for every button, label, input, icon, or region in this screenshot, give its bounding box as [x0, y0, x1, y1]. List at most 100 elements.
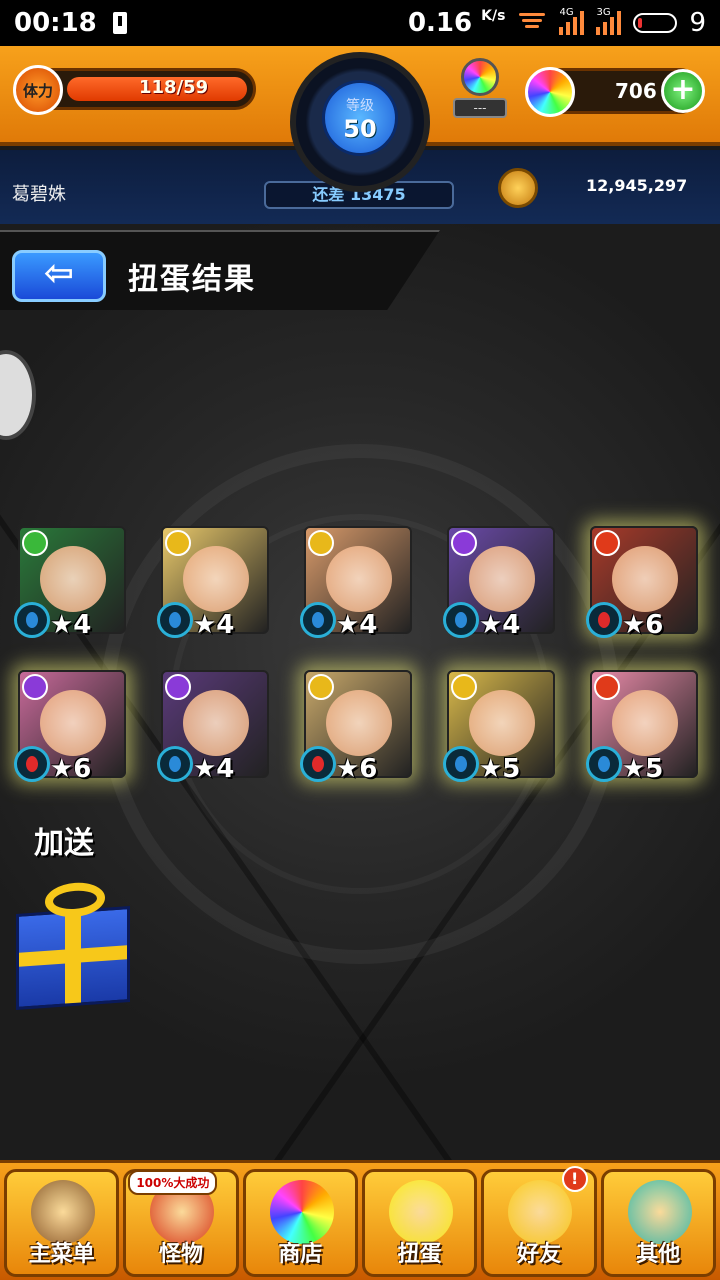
monster-portrait	[40, 546, 106, 612]
battery-level: 9	[689, 8, 706, 38]
rarity-stars: ★4	[479, 610, 521, 640]
monster-card[interactable]: ★5	[443, 670, 555, 784]
dark-element-icon	[22, 674, 48, 700]
monster-card[interactable]: ★6	[586, 526, 698, 640]
nav-label: 怪物	[158, 1242, 203, 1267]
rarity-stars: ★4	[336, 610, 378, 640]
nav-castle-gate[interactable]: 主菜单	[4, 1169, 120, 1277]
monster-portrait	[183, 546, 249, 612]
nav-rainbow-orb[interactable]: 商店	[242, 1169, 358, 1277]
friends-icon	[508, 1180, 573, 1244]
stamina-icon: 体力	[13, 65, 63, 115]
title-bar: ⇦ 扭蛋结果	[0, 230, 440, 310]
nav-egg-gacha[interactable]: 扭蛋	[361, 1169, 478, 1277]
water-type-icon	[300, 602, 336, 638]
dark-element-icon	[451, 530, 477, 556]
gacha-slot: ---	[453, 98, 507, 118]
nav-label: 主菜单	[28, 1242, 95, 1267]
level-value: 50	[343, 115, 377, 143]
level-orb: 等级 50	[322, 80, 398, 156]
gold-amount: 12,945,297	[586, 176, 688, 195]
signal-3g-icon: 3G	[596, 7, 622, 35]
orb-count: 706	[615, 79, 657, 103]
light-element-icon	[308, 530, 334, 556]
light-element-icon	[451, 674, 477, 700]
rarity-stars: ★6	[622, 610, 664, 640]
monster-card[interactable]: ★4	[157, 526, 269, 640]
nav-label: 其他	[636, 1242, 681, 1267]
nav-label: 好友	[516, 1242, 561, 1267]
level-badge: 等级 50	[290, 52, 430, 192]
monster-portrait	[183, 690, 249, 756]
gacha-result-screen: ⇦ 扭蛋结果 ★4 ★4 ★4 ★4 ★6 ★6 ★4 ★6 ★5 ★5 加送	[0, 224, 720, 1160]
level-label: 等级	[346, 98, 374, 114]
light-element-icon	[308, 674, 334, 700]
monster-portrait	[469, 546, 535, 612]
rarity-stars: ★4	[193, 754, 235, 784]
monster-portrait	[612, 690, 678, 756]
bonus-label: 加送	[34, 826, 94, 861]
water-type-icon	[157, 746, 193, 782]
gold-coin-icon	[498, 168, 538, 208]
clock: 00:18	[14, 8, 97, 38]
rarity-stars: ★6	[336, 754, 378, 784]
fruit-type-icon	[14, 746, 50, 782]
nav-question-cube[interactable]: 其他	[600, 1169, 716, 1277]
signal-4g-icon: 4G	[559, 7, 585, 35]
alert-icon: !	[561, 1166, 588, 1192]
water-type-icon	[157, 602, 193, 638]
rarity-stars: ★6	[50, 754, 92, 784]
wood-element-icon	[22, 530, 48, 556]
rarity-stars: ★4	[50, 610, 92, 640]
status-bar: 00:18 0.16 K/s 4G 3G 9	[0, 0, 720, 46]
nav-label: 商店	[278, 1242, 323, 1267]
dark-element-icon	[165, 674, 191, 700]
water-type-icon	[443, 602, 479, 638]
player-name: 葛碧姝	[12, 184, 66, 205]
water-type-icon	[443, 746, 479, 782]
success-badge: 100%大成功	[128, 1170, 218, 1195]
monster-portrait	[326, 546, 392, 612]
rarity-stars: ★5	[622, 754, 664, 784]
rarity-stars: ★5	[479, 754, 521, 784]
network-speed: 0.16 K/s	[407, 8, 506, 38]
fruit-type-icon	[300, 746, 336, 782]
egg-gacha-icon	[388, 1180, 453, 1244]
castle-gate-icon	[31, 1180, 95, 1244]
monster-card[interactable]: ★6	[14, 670, 126, 784]
orb-icon	[525, 67, 575, 117]
nav-label: 扭蛋	[397, 1242, 442, 1267]
stamina-value: 118/59	[139, 77, 209, 98]
monster-card[interactable]: ★4	[14, 526, 126, 640]
gift-box-icon[interactable]	[16, 880, 130, 1010]
add-orbs-button[interactable]: +	[661, 69, 705, 113]
orb-counter: 706 +	[525, 67, 705, 117]
gacha-ball-icon	[461, 58, 499, 96]
rainbow-orb-icon	[269, 1180, 334, 1244]
result-grid: ★4 ★4 ★4 ★4 ★6 ★6 ★4 ★6 ★5 ★5	[14, 526, 708, 784]
monster-card[interactable]: ★6	[300, 670, 412, 784]
nav-dragon-monster[interactable]: 怪物 100%大成功	[123, 1169, 239, 1277]
gacha-machine-icon[interactable]: ---	[450, 58, 510, 122]
monster-card[interactable]: ★4	[300, 526, 412, 640]
wifi-icon	[517, 13, 547, 33]
battery-icon	[633, 13, 678, 33]
monster-portrait	[469, 690, 535, 756]
fire-element-icon	[594, 530, 620, 556]
stamina-meter[interactable]: 体力 118/59	[13, 65, 256, 115]
water-type-icon	[14, 602, 50, 638]
monster-card[interactable]: ★5	[586, 670, 698, 784]
monster-portrait	[40, 690, 106, 756]
bottom-nav: 主菜单 怪物 100%大成功 商店 扭蛋 好友! 其他	[0, 1160, 720, 1280]
page-title: 扭蛋结果	[128, 262, 256, 297]
monster-portrait	[612, 546, 678, 612]
side-panda-widget[interactable]	[0, 350, 36, 440]
monster-portrait	[326, 690, 392, 756]
back-button[interactable]: ⇦	[12, 250, 106, 302]
monster-card[interactable]: ★4	[157, 670, 269, 784]
nav-friends[interactable]: 好友!	[481, 1166, 597, 1277]
rarity-stars: ★4	[193, 610, 235, 640]
light-element-icon	[165, 530, 191, 556]
sim-card-icon	[112, 12, 127, 34]
monster-card[interactable]: ★4	[443, 526, 555, 640]
